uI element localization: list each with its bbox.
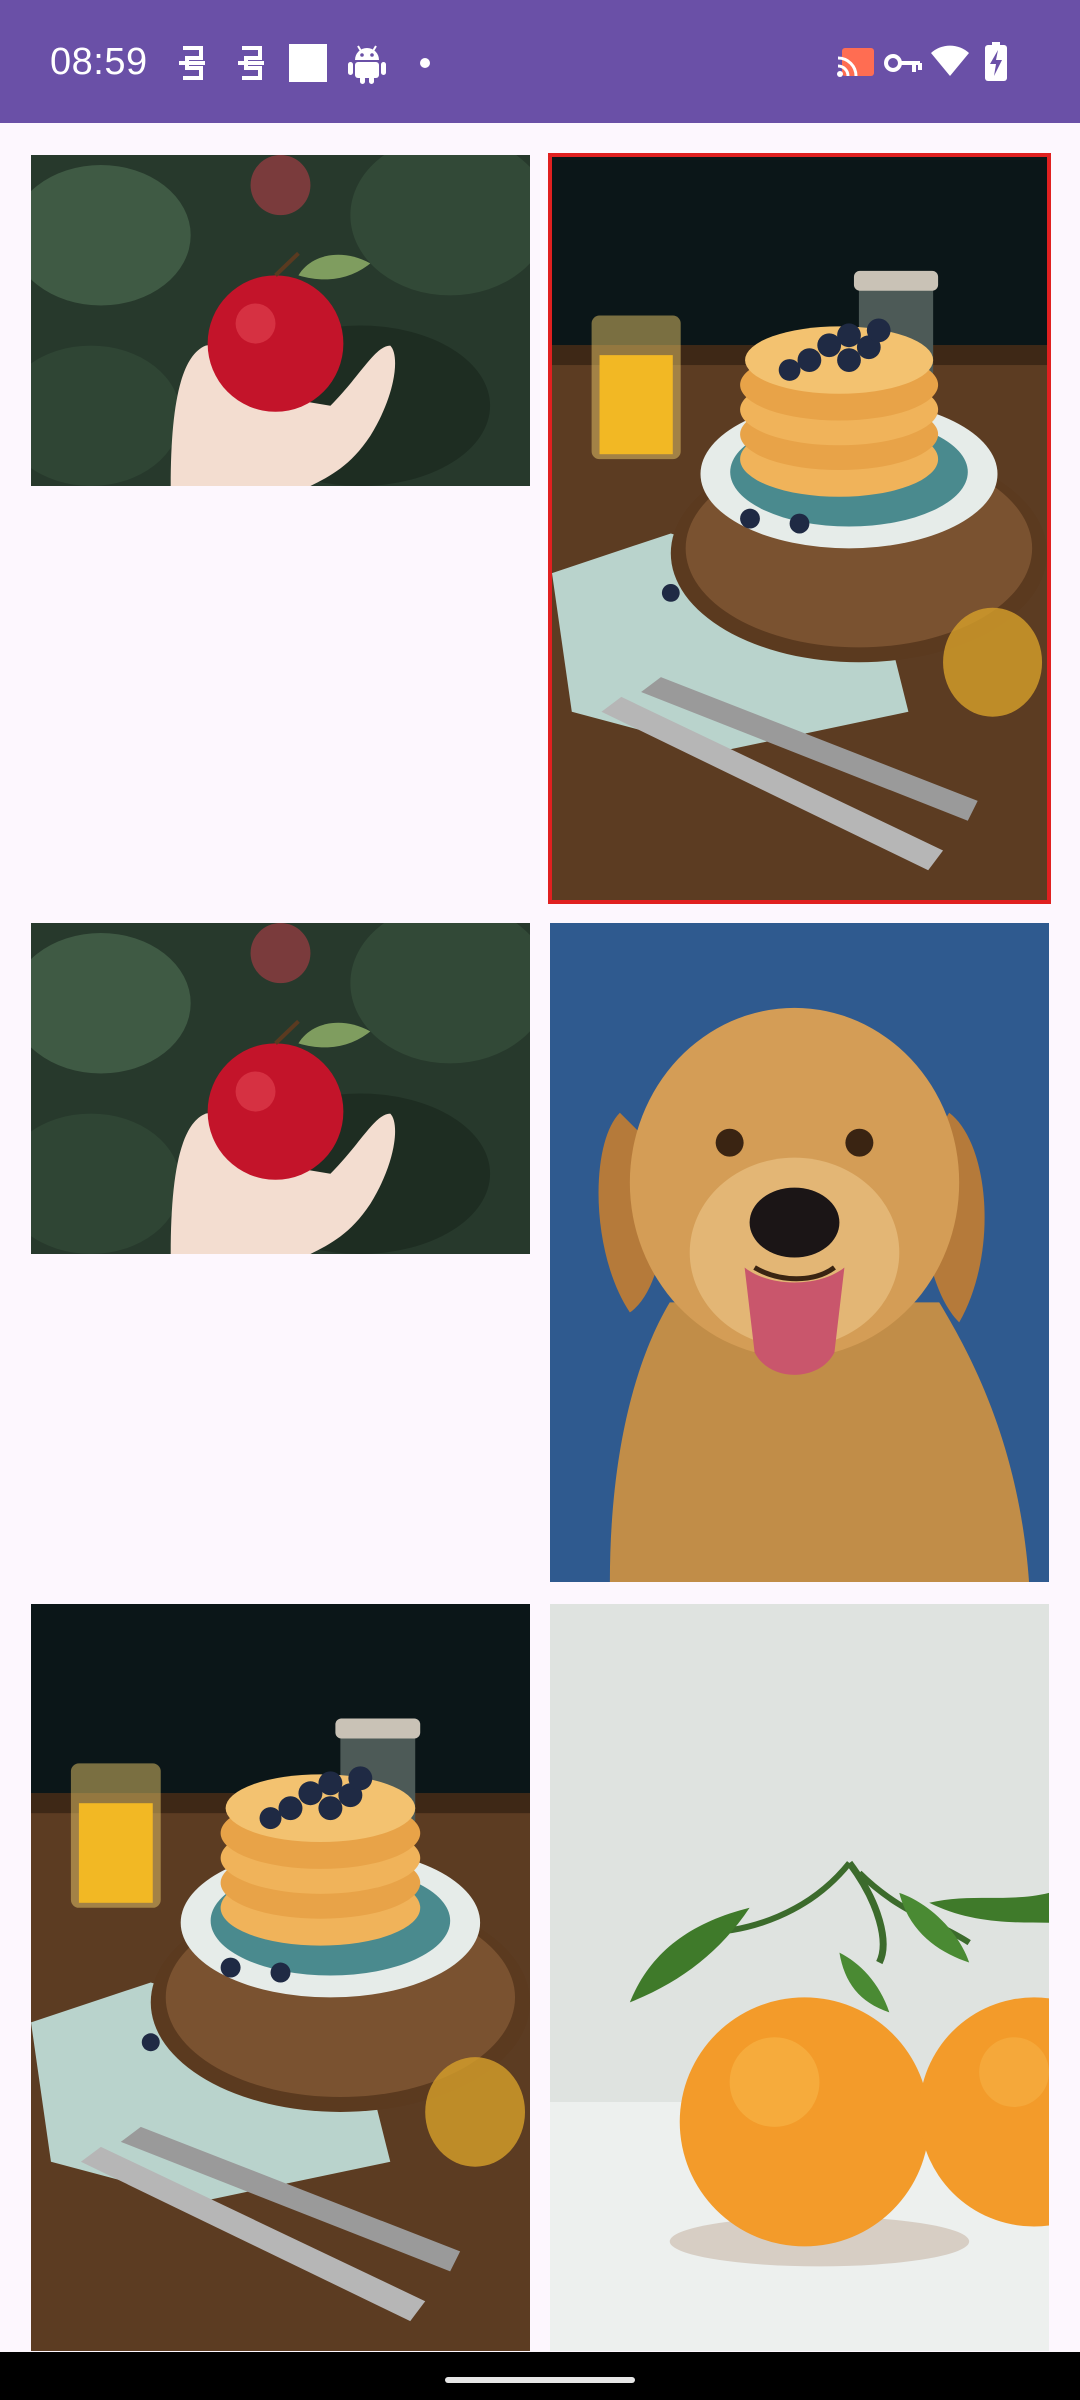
android-debug-icon bbox=[348, 45, 386, 84]
status-bar: 08:59 bbox=[0, 0, 1080, 123]
pancakes-photo-image bbox=[31, 1604, 530, 2351]
vpn-key-icon bbox=[884, 54, 922, 72]
notification-app-icon bbox=[179, 46, 205, 80]
wifi-icon bbox=[931, 45, 969, 76]
apple-photo-image bbox=[31, 923, 530, 1254]
gallery-photo-dog[interactable] bbox=[550, 923, 1049, 1582]
dog-photo-image bbox=[550, 923, 1049, 1582]
apple-photo-image bbox=[31, 155, 530, 486]
notification-app-icon bbox=[238, 46, 264, 80]
status-time: 08:59 bbox=[50, 41, 148, 83]
gallery-photo-pancakes-selected[interactable] bbox=[548, 153, 1051, 904]
white-square-icon bbox=[289, 44, 327, 82]
gallery-photo-apple[interactable] bbox=[31, 923, 530, 1254]
gallery-photo-oranges[interactable] bbox=[550, 1604, 1049, 2351]
gallery-photo-pancakes[interactable] bbox=[31, 1604, 530, 2351]
more-dot-icon bbox=[420, 58, 430, 68]
pancakes-photo-image bbox=[552, 157, 1047, 900]
battery-charging-icon bbox=[985, 42, 1007, 81]
oranges-photo-image bbox=[550, 1604, 1049, 2351]
navigation-bar bbox=[0, 2352, 1080, 2400]
home-gesture-handle[interactable] bbox=[445, 2377, 635, 2383]
gallery-photo-apple[interactable] bbox=[31, 155, 530, 486]
cast-icon bbox=[837, 48, 874, 77]
